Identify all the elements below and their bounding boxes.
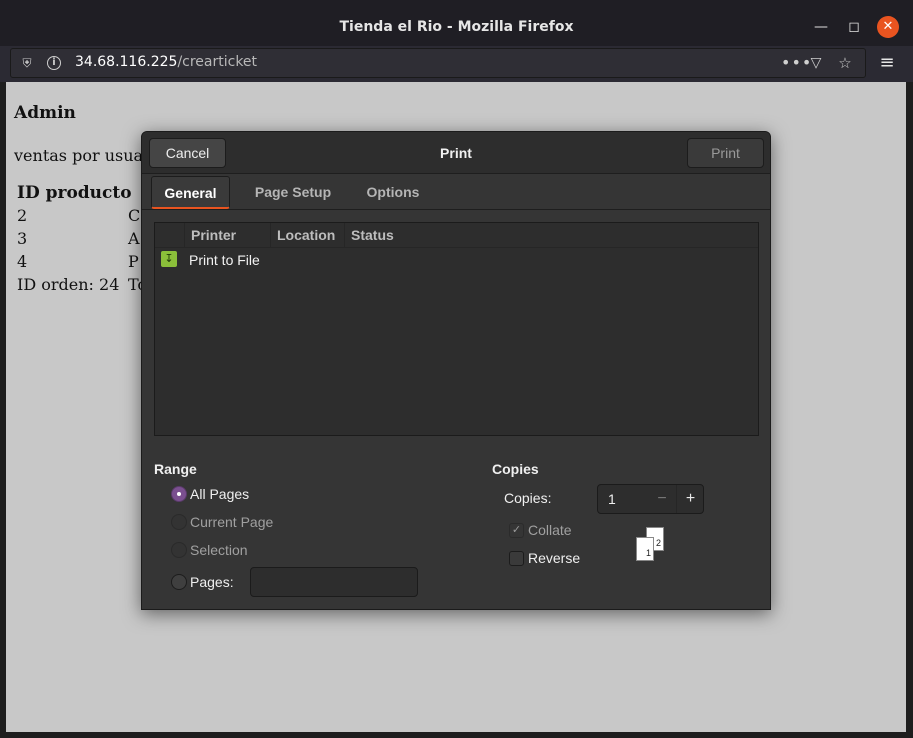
- url-bar[interactable]: ⛨ i 34.68.116.225/crearticket ••• ▽ ☆: [10, 48, 866, 78]
- printer-list[interactable]: Printer Location Status ↧ Print to File: [154, 222, 759, 436]
- order-line: ID orden: 24: [17, 275, 120, 294]
- copies-stepper[interactable]: 1 − +: [597, 484, 704, 514]
- label-pages: Pages:: [190, 574, 234, 590]
- maximize-icon[interactable]: ◻: [843, 16, 865, 38]
- table-row: 3: [17, 229, 28, 248]
- pages-input[interactable]: [250, 567, 418, 597]
- print-to-file-icon: ↧: [161, 251, 177, 267]
- copies-value[interactable]: 1: [608, 491, 616, 507]
- copies-label: Copies:: [504, 490, 552, 506]
- printer-row-print-to-file[interactable]: ↧ Print to File: [155, 249, 758, 273]
- table-row: 4: [17, 252, 28, 271]
- increment-icon[interactable]: +: [676, 485, 704, 513]
- shield-icon[interactable]: ⛨: [19, 55, 35, 71]
- printer-list-header: Printer Location Status: [155, 223, 758, 248]
- bookmark-star-icon[interactable]: ☆: [837, 55, 853, 71]
- sheet-front: 1: [636, 537, 654, 561]
- copies-title: Copies: [492, 461, 539, 477]
- reverse-label: Reverse: [528, 550, 581, 566]
- printer-name: Print to File: [189, 252, 260, 268]
- page-actions-icon[interactable]: •••: [781, 55, 811, 71]
- table-row: 2: [17, 206, 28, 225]
- hamburger-menu-icon[interactable]: ≡: [878, 54, 896, 72]
- label-all-pages: All Pages: [190, 486, 250, 502]
- print-button[interactable]: Print: [687, 138, 764, 168]
- url-text[interactable]: 34.68.116.225/crearticket: [75, 54, 257, 70]
- close-icon[interactable]: ✕: [877, 16, 899, 38]
- cancel-button[interactable]: Cancel: [149, 138, 226, 168]
- tab-options[interactable]: Options: [356, 176, 430, 209]
- url-host: 34.68.116.225: [75, 54, 178, 70]
- dialog-header: Print Cancel Print: [142, 132, 770, 174]
- collate-checkbox[interactable]: ✓: [509, 523, 524, 538]
- column-status[interactable]: Status: [344, 223, 758, 248]
- radio-current-page[interactable]: [171, 514, 187, 530]
- window-title: Tienda el Rio - Mozilla Firefox: [339, 19, 574, 35]
- collate-preview-icon: 2 1: [636, 527, 666, 563]
- label-current-page: Current Page: [190, 514, 274, 530]
- collate-label: Collate: [528, 522, 572, 538]
- dialog-title: Print: [440, 145, 472, 161]
- tab-page-setup[interactable]: Page Setup: [244, 176, 342, 209]
- table-cell: P: [128, 252, 139, 271]
- right-edge: [906, 82, 913, 738]
- bottom-edge: [0, 732, 913, 738]
- dialog-tabs: General Page Setup Options: [142, 174, 770, 210]
- table-cell: A: [128, 229, 140, 248]
- range-title: Range: [154, 461, 197, 477]
- table-cell: C: [128, 206, 141, 225]
- column-location[interactable]: Location: [270, 223, 344, 248]
- url-path: /crearticket: [177, 54, 258, 70]
- table-header: ID producto: [17, 183, 132, 203]
- tab-general[interactable]: General: [151, 176, 230, 209]
- pocket-icon[interactable]: ▽: [808, 55, 824, 71]
- radio-all-pages[interactable]: [171, 486, 187, 502]
- minimize-icon[interactable]: —: [810, 16, 832, 38]
- label-selection: Selection: [190, 542, 248, 558]
- decrement-icon[interactable]: −: [648, 485, 676, 513]
- title-bar: Tienda el Rio - Mozilla Firefox — ◻ ✕: [0, 0, 913, 46]
- radio-pages[interactable]: [171, 574, 187, 590]
- column-printer[interactable]: Printer: [184, 223, 270, 248]
- print-dialog: Print Cancel Print General Page Setup Op…: [141, 131, 771, 610]
- page-heading: Admin: [14, 103, 76, 123]
- page-subtitle: ventas por usua: [14, 146, 144, 165]
- radio-selection[interactable]: [171, 542, 187, 558]
- reverse-checkbox[interactable]: [509, 551, 524, 566]
- info-icon[interactable]: i: [47, 56, 61, 70]
